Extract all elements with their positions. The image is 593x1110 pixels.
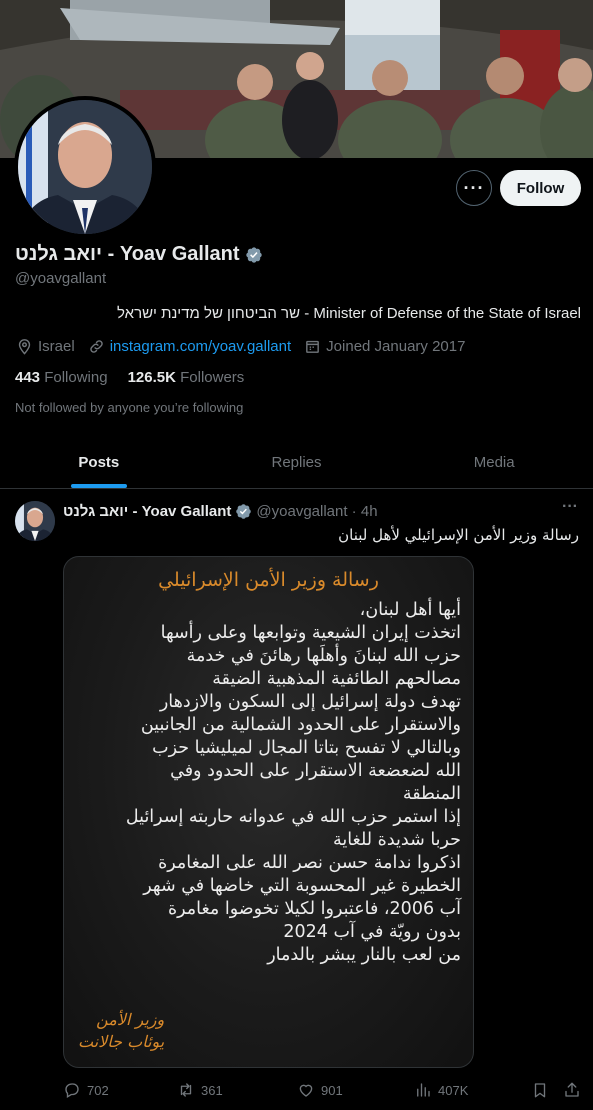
following-link[interactable]: 443 Following	[15, 369, 108, 386]
reply-icon	[65, 1083, 79, 1098]
image-line: الخطيرة غير المحسوبة التي خاضها في شهر	[143, 876, 461, 896]
profile-name-row: יואב גלנט - Yoav Gallant	[15, 243, 263, 266]
image-line: وبالتالي لا تفسح بتاتا المجال لميليشيا ح…	[152, 738, 461, 758]
verified-badge-icon[interactable]	[245, 246, 263, 264]
profile-bio: שר הביטחון של מדינת ישראל - Minister of …	[117, 305, 581, 322]
reply-count: 702	[87, 1082, 109, 1098]
post-image[interactable]: رسالة وزير الأمن الإسرائيلي أيها أهل لبن…	[63, 556, 474, 1068]
post-author-name[interactable]: יואב גלנט - Yoav Gallant	[63, 503, 231, 520]
repost-count: 361	[201, 1082, 223, 1098]
followers-label: Followers	[180, 369, 245, 386]
location-text: Israel	[38, 338, 75, 355]
views-chart-icon	[417, 1083, 430, 1097]
followers-link[interactable]: 126.5K Followers	[128, 369, 245, 386]
joined: Joined January 2017	[304, 338, 465, 355]
profile-handle: @yoavgallant	[15, 270, 107, 287]
like-count: 901	[321, 1082, 343, 1098]
following-count: 443	[15, 369, 41, 386]
more-icon: ···	[463, 177, 485, 198]
signature-title: وزير الأمن	[96, 1010, 165, 1029]
profile-meta: Israel instagram.com/yoav.gallant Joined…	[16, 338, 478, 355]
post-actions: 702 361 901 407K	[63, 1078, 583, 1102]
repost-button[interactable]: 361	[177, 1081, 223, 1099]
follow-button[interactable]: Follow	[500, 170, 581, 206]
heart-icon	[299, 1084, 313, 1097]
views-count: 407K	[438, 1082, 469, 1098]
image-line: الله لضعضعة الاستقرار على الحدود وفي	[170, 761, 461, 781]
post-handle-time[interactable]: @yoavgallant · 4h	[256, 503, 377, 520]
image-line: أيها أهل لبنان،	[359, 600, 461, 620]
tab-media[interactable]: Media	[395, 436, 593, 488]
post-author-avatar[interactable]	[15, 501, 55, 541]
follow-counts: 443 Following 126.5K Followers	[15, 369, 244, 386]
reply-button[interactable]: 702	[63, 1081, 109, 1099]
website[interactable]: instagram.com/yoav.gallant	[88, 338, 291, 355]
verified-badge-icon	[236, 504, 252, 519]
image-line: بدون رويّة في آب 2024	[283, 922, 461, 942]
image-line: آب 2006، فاعتبروا لكيلا تخوضوا مغامرة	[167, 899, 461, 919]
location-pin-icon	[18, 339, 31, 355]
post-more-icon[interactable]: ···	[562, 498, 578, 516]
image-body: أيها أهل لبنان، اتخذت إيران الشيعية وتوا…	[72, 599, 461, 967]
followers-count: 126.5K	[127, 369, 176, 386]
image-line: المنطقة	[402, 784, 461, 804]
calendar-icon	[306, 340, 320, 353]
image-line: اتخذت إيران الشيعية وتوابعها وعلى رأسها	[160, 623, 461, 643]
link-icon	[89, 340, 103, 353]
location: Israel	[16, 338, 75, 355]
share-button[interactable]	[563, 1081, 581, 1099]
signature-name: يوئاب جالانت	[78, 1032, 165, 1051]
display-name: יואב גלנט - Yoav Gallant	[15, 243, 240, 265]
more-options-button[interactable]: ···	[456, 170, 492, 206]
share-icon	[565, 1082, 579, 1097]
image-signature: وزير الأمن يوئاب جالانت	[78, 1009, 164, 1053]
post-text: رسالة وزير الأمن الإسرائيلي لأهل لبنان	[338, 526, 579, 544]
following-label: Following	[44, 369, 108, 386]
like-button[interactable]: 901	[297, 1081, 343, 1099]
joined-text: Joined January 2017	[326, 338, 466, 355]
profile-tabs: Posts Replies Media	[0, 436, 593, 489]
image-line: اذكروا ندامة حسن نصر الله على المغامرة	[158, 853, 461, 873]
tab-replies[interactable]: Replies	[198, 436, 396, 488]
image-line: والاستقرار على الحدود الشمالية من الجانب…	[140, 715, 461, 735]
repost-icon	[180, 1083, 192, 1097]
image-line: تهدف دولة إسرائيل إلى السكون والازدهار	[159, 692, 461, 712]
post-header: יואב גלנט - Yoav Gallant @yoavgallant · …	[63, 503, 378, 520]
bookmark-button[interactable]	[531, 1081, 549, 1099]
views-button[interactable]: 407K	[414, 1081, 468, 1099]
image-line: إذا استمر حزب الله في عدوانه حاربته إسرا…	[125, 807, 461, 827]
image-line: حزب الله لبنانَ وأهلَها رهائنَ في خدمة	[186, 646, 461, 666]
bookmark-icon	[534, 1083, 546, 1098]
profile-avatar[interactable]	[14, 96, 156, 238]
image-line: مصالحهم الطائفية المذهبية الضيقة	[212, 669, 461, 689]
image-line: حربا شديدة للغاية	[332, 830, 461, 850]
not-followed-text: Not followed by anyone you’re following	[15, 400, 244, 415]
image-title: رسالة وزير الأمن الإسرائيلي	[158, 569, 379, 591]
image-line: من لعب بالنار يبشر بالدمار	[267, 945, 461, 965]
website-link[interactable]: instagram.com/yoav.gallant	[110, 338, 291, 355]
tab-posts[interactable]: Posts	[0, 436, 198, 488]
